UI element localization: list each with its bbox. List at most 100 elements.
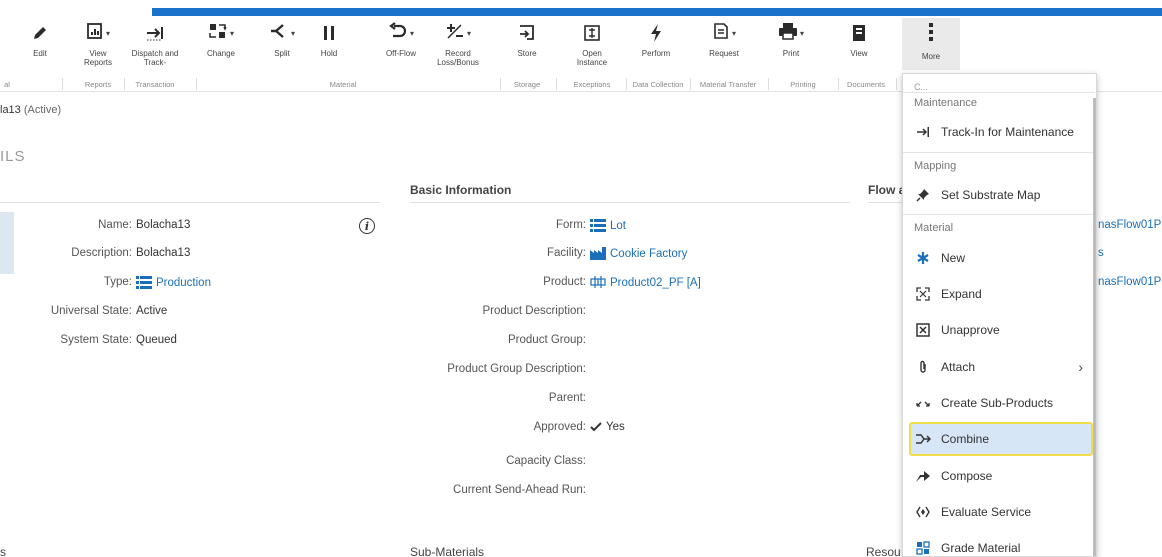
form-link[interactable]: Lot — [590, 219, 626, 232]
menu-item-attach[interactable]: Attach › — [903, 350, 1093, 384]
flow-value-link[interactable]: nasFlow01P — [1098, 219, 1161, 231]
undo-icon — [388, 21, 408, 45]
chevron-down-icon: ▾ — [731, 28, 736, 38]
perform-button[interactable]: Perform — [636, 22, 676, 72]
menu-header-material: Material — [914, 222, 954, 234]
field-type: Type: Production — [103, 276, 211, 289]
group-label: al — [4, 80, 10, 89]
group-label: Documents — [847, 80, 885, 89]
type-link[interactable]: Production — [136, 276, 211, 289]
kebab-icon — [902, 22, 960, 42]
more-dropdown-menu: C... Maintenance Track-In for Maintenanc… — [902, 73, 1097, 557]
open-instance-button[interactable]: Open Instance — [570, 22, 614, 72]
chevron-down-icon: ▾ — [409, 28, 414, 38]
paperclip-icon — [915, 360, 931, 374]
menu-item-new[interactable]: New — [903, 241, 1093, 275]
book-icon — [851, 22, 867, 44]
product-link[interactable]: Product02_PF [A] — [590, 276, 701, 289]
section-title: s — [0, 545, 6, 557]
chevron-right-icon: › — [1078, 359, 1083, 375]
breadcrumb: la13 (Active) — [0, 104, 61, 116]
list-icon — [136, 276, 152, 289]
basic-information-title: Basic Information — [410, 183, 512, 197]
menu-header-maintenance: Maintenance — [914, 97, 977, 109]
more-button[interactable]: More — [902, 18, 960, 70]
change-button[interactable]: ▾ Change — [200, 22, 242, 72]
menu-item-grade-material[interactable]: Grade Material — [903, 531, 1093, 556]
pin-icon — [915, 188, 931, 202]
edit-button[interactable]: Edit — [22, 22, 58, 72]
flow-title: Flow a — [868, 183, 906, 197]
field-system-state: System State: Queued — [60, 334, 177, 346]
hold-button[interactable]: Hold — [314, 22, 344, 72]
menu-item-set-substrate-map[interactable]: Set Substrate Map — [903, 178, 1093, 212]
field-name: Name: Bolacha13 — [98, 219, 191, 231]
create-sub-products-icon — [915, 398, 931, 408]
menu-item-combine[interactable]: Combine — [909, 422, 1093, 456]
field-current-send-ahead-run: Current Send-Ahead Run: — [453, 484, 586, 496]
field-capacity-class: Capacity Class: — [506, 455, 586, 467]
asterisk-icon — [915, 251, 931, 265]
field-product-group: Product Group: — [508, 334, 586, 346]
group-label: Material Transfer — [699, 80, 757, 89]
group-label: Printing — [790, 80, 816, 89]
split-icon — [269, 22, 289, 45]
factory-icon — [590, 247, 606, 260]
field-description: Description: Bolacha13 — [71, 247, 191, 259]
menu-item-create-sub-products[interactable]: Create Sub-Products — [903, 386, 1093, 420]
facility-link[interactable]: Cookie Factory — [590, 247, 687, 260]
sub-materials-title: Sub-Materials — [410, 545, 485, 557]
field-product-description: Product Description: — [482, 305, 586, 317]
pause-icon — [322, 22, 336, 44]
menu-header-mapping: Mapping — [914, 160, 957, 172]
menu-item-compose[interactable]: Compose — [903, 459, 1093, 493]
group-label: Storage — [513, 80, 541, 89]
menu-item-track-in-maintenance[interactable]: Track-In for Maintenance — [903, 115, 1093, 149]
info-icon[interactable]: i — [359, 218, 375, 234]
group-label: Material — [329, 80, 357, 89]
field-universal-state: Universal State: Active — [50, 305, 168, 317]
dispatch-icon — [145, 22, 165, 44]
grade-icon — [915, 541, 931, 555]
top-accent-bar — [152, 8, 1162, 16]
record-loss-bonus-button[interactable]: ▾ Record Loss/Bonus — [432, 22, 484, 72]
chevron-down-icon: ▾ — [229, 28, 234, 38]
change-icon — [208, 22, 228, 45]
track-in-icon — [915, 126, 931, 138]
dispatch-and-track-button[interactable]: Dispatch and Track- — [130, 22, 180, 72]
plus-minus-icon — [445, 22, 465, 45]
chevron-down-icon: ▾ — [105, 28, 110, 38]
field-facility: Facility: Cookie Factory — [547, 247, 688, 260]
lightning-icon — [648, 22, 664, 44]
field-approved: Approved: Yes — [533, 421, 625, 433]
chevron-down-icon: ▾ — [290, 28, 295, 38]
report-icon — [86, 22, 104, 45]
chevron-down-icon: ▾ — [799, 28, 804, 38]
expand-icon — [915, 287, 931, 301]
group-label: Transaction — [135, 80, 175, 89]
split-button[interactable]: ▾ Split — [262, 22, 302, 72]
field-product: Product: Product02_PF [A] — [543, 276, 701, 289]
off-flow-button[interactable]: ▾ Off-Flow — [382, 21, 420, 72]
flow-value-link[interactable]: nasFlow01P — [1098, 276, 1161, 288]
compose-icon — [915, 469, 931, 483]
menu-item-unapprove[interactable]: Unapprove — [903, 313, 1093, 347]
request-button[interactable]: ▾ Request — [704, 22, 744, 72]
menu-item-expand[interactable]: Expand — [903, 277, 1093, 311]
pencil-icon — [31, 22, 49, 44]
store-icon — [518, 22, 536, 44]
product-icon — [590, 276, 606, 289]
status-badge: (Active) — [23, 104, 62, 116]
menu-scrollbar[interactable] — [1093, 98, 1096, 556]
view-documents-button[interactable]: View — [842, 22, 876, 72]
page-title: ILS — [0, 148, 26, 165]
resources-title: Resou — [866, 545, 901, 557]
menu-item-evaluate-service[interactable]: Evaluate Service — [903, 495, 1093, 529]
print-button[interactable]: ▾ Print — [772, 22, 810, 72]
field-form: Form: Lot — [555, 219, 626, 232]
store-button[interactable]: Store — [510, 22, 544, 72]
view-reports-button[interactable]: ▾ View Reports — [78, 22, 118, 72]
material-name: la13 — [0, 104, 21, 116]
flow-value-link[interactable]: s — [1098, 247, 1104, 259]
evaluate-icon — [915, 505, 931, 519]
